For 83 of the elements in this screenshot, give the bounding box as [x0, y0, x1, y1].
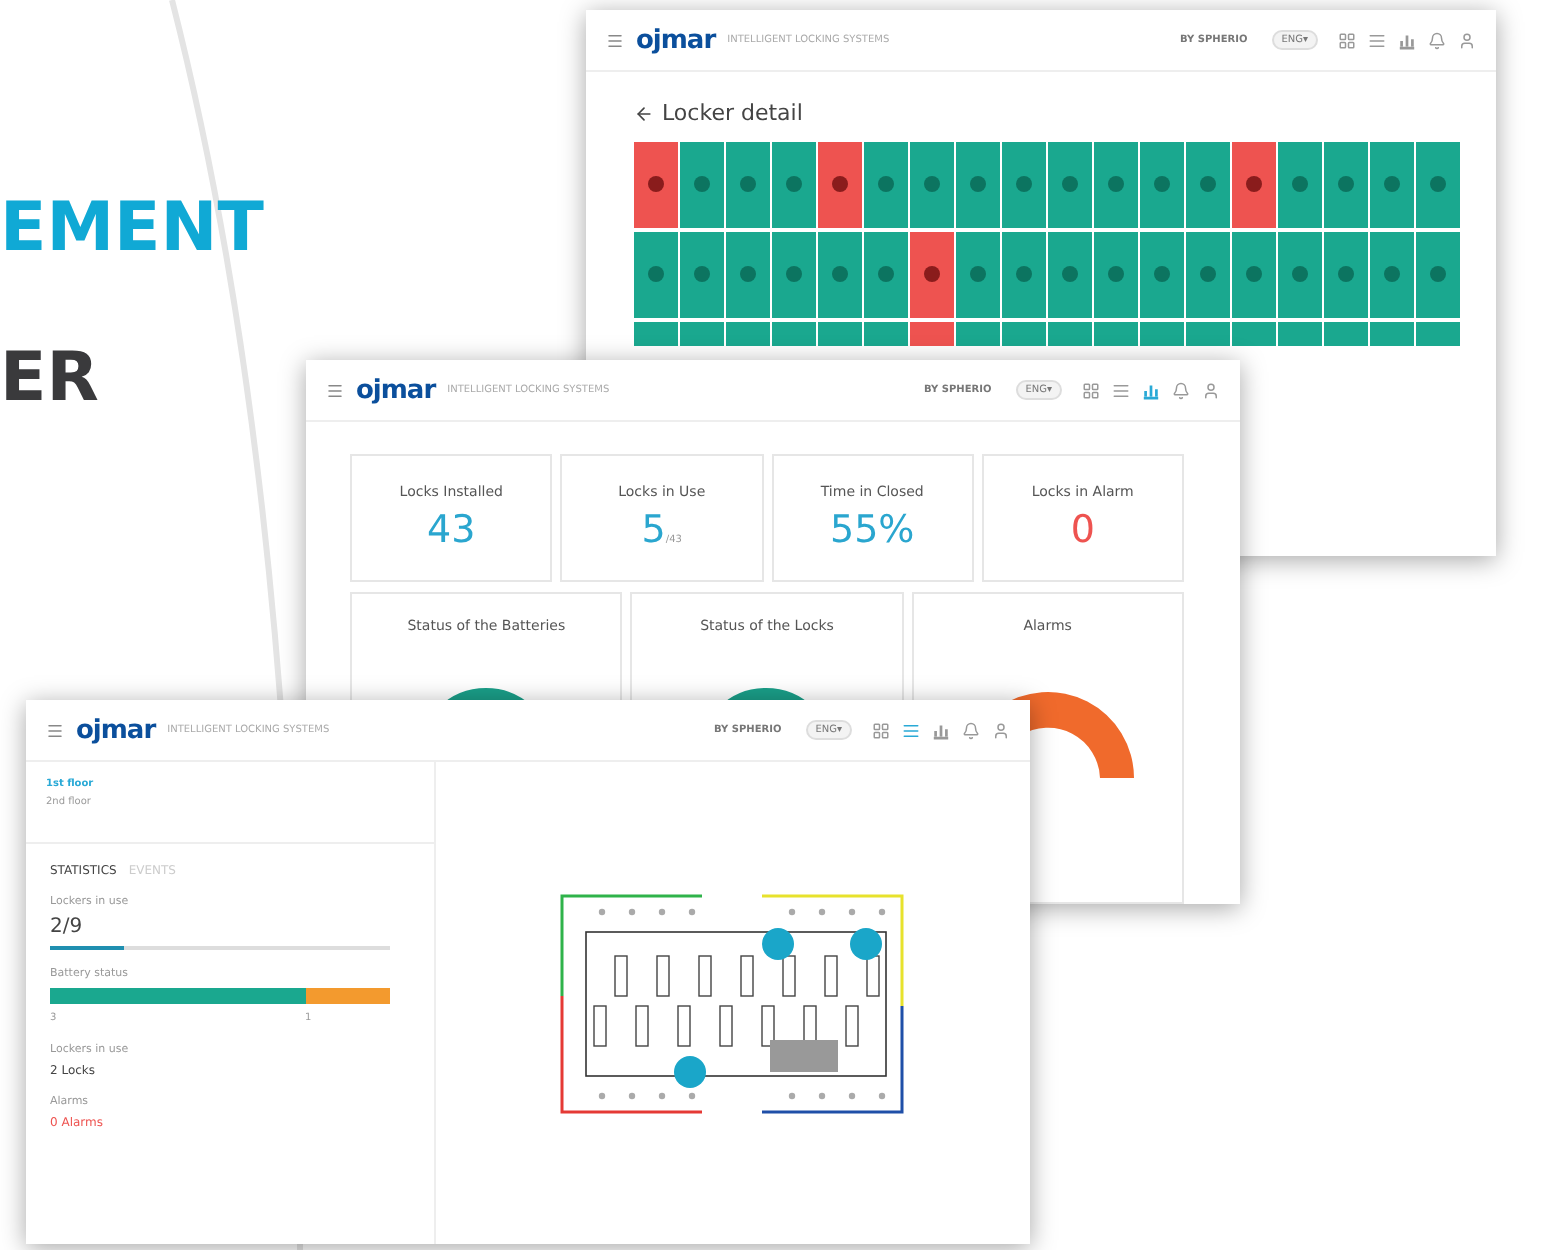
locker-tile[interactable]	[818, 322, 862, 346]
locker-tile[interactable]	[634, 232, 678, 318]
locker-tile[interactable]	[1140, 142, 1184, 228]
locker-tile[interactable]	[910, 322, 954, 346]
locker-tile[interactable]	[818, 232, 862, 318]
brand-logo: ojmar	[636, 25, 716, 55]
locker-tile[interactable]	[1324, 232, 1368, 318]
locker-tile[interactable]	[1094, 322, 1138, 346]
locker-tile[interactable]	[1232, 142, 1276, 228]
locker-tile[interactable]	[1416, 232, 1460, 318]
bell-icon[interactable]	[962, 721, 980, 739]
locker-tile[interactable]	[1002, 322, 1046, 346]
locker-tile[interactable]	[864, 322, 908, 346]
bell-icon[interactable]	[1172, 381, 1190, 399]
locker-tile[interactable]	[772, 322, 816, 346]
locker-tile[interactable]	[1370, 322, 1414, 346]
locker-tile[interactable]	[1370, 142, 1414, 228]
bar-chart-icon[interactable]	[932, 721, 950, 739]
locker-tile[interactable]	[910, 142, 954, 228]
menu-icon[interactable]	[606, 31, 624, 49]
locker-tile[interactable]	[726, 232, 770, 318]
locker-tile[interactable]	[956, 322, 1000, 346]
list-icon[interactable]	[1112, 381, 1130, 399]
bar-chart-icon[interactable]	[1142, 381, 1160, 399]
locker-tile[interactable]	[910, 232, 954, 318]
locker-tile[interactable]	[864, 232, 908, 318]
user-icon[interactable]	[1202, 381, 1220, 399]
menu-icon[interactable]	[326, 381, 344, 399]
locker-tile[interactable]	[1278, 232, 1322, 318]
locker-tile[interactable]	[818, 142, 862, 228]
stat-value: 43	[427, 508, 476, 552]
locker-tile[interactable]	[1002, 232, 1046, 318]
user-icon[interactable]	[992, 721, 1010, 739]
grid-icon[interactable]	[872, 721, 890, 739]
locker-tile[interactable]	[1324, 322, 1368, 346]
grid-icon[interactable]	[1082, 381, 1100, 399]
grid-icon[interactable]	[1338, 31, 1356, 49]
locker-tile[interactable]	[772, 232, 816, 318]
locker-tile[interactable]	[1416, 322, 1460, 346]
locker-tile[interactable]	[772, 142, 816, 228]
list-icon[interactable]	[902, 721, 920, 739]
locker-tile[interactable]	[1324, 142, 1368, 228]
locker-tile[interactable]	[1002, 142, 1046, 228]
locker-tile[interactable]	[1186, 232, 1230, 318]
locker-tile[interactable]	[680, 142, 724, 228]
locker-tile[interactable]	[1094, 142, 1138, 228]
locker-tile[interactable]	[864, 142, 908, 228]
locker-tile[interactable]	[1094, 232, 1138, 318]
locker-tile[interactable]	[1186, 142, 1230, 228]
locker-tile[interactable]	[1140, 232, 1184, 318]
locker-tile[interactable]	[1048, 232, 1092, 318]
brand-logo: ojmar	[76, 715, 156, 745]
locker-tile[interactable]	[680, 322, 724, 346]
title-text: Locker detail	[662, 100, 803, 126]
locker-tile[interactable]	[726, 142, 770, 228]
stat-value: 0	[1070, 508, 1095, 552]
locker-tile[interactable]	[1278, 322, 1322, 346]
locker-tile[interactable]	[1232, 322, 1276, 346]
headline-text: ER	[0, 342, 99, 418]
bell-icon[interactable]	[1428, 31, 1446, 49]
locker-tile[interactable]	[1048, 142, 1092, 228]
user-icon[interactable]	[1458, 31, 1476, 49]
locker-tile[interactable]	[726, 322, 770, 346]
stat-value: 2/9	[50, 916, 83, 938]
locker-tile[interactable]	[1232, 232, 1276, 318]
locker-tile[interactable]	[1416, 142, 1460, 228]
locker-tile[interactable]	[1140, 322, 1184, 346]
locker-tile[interactable]	[1048, 322, 1092, 346]
locker-tile[interactable]	[956, 142, 1000, 228]
stat-value: 55%	[830, 508, 915, 552]
headline-text: EMENT	[0, 192, 264, 267]
bar-chart-icon[interactable]	[1398, 31, 1416, 49]
locker-tile[interactable]	[1370, 232, 1414, 318]
list-icon[interactable]	[1368, 31, 1386, 49]
menu-icon[interactable]	[46, 721, 64, 739]
locker-tile[interactable]	[1186, 322, 1230, 346]
locker-tile[interactable]	[680, 232, 724, 318]
locker-tile[interactable]	[634, 142, 678, 228]
locker-tile[interactable]	[634, 322, 678, 346]
brand-logo: ojmar	[356, 375, 436, 405]
locker-tile[interactable]	[1278, 142, 1322, 228]
back-arrow-icon[interactable]	[634, 103, 654, 123]
locker-tile[interactable]	[956, 232, 1000, 318]
